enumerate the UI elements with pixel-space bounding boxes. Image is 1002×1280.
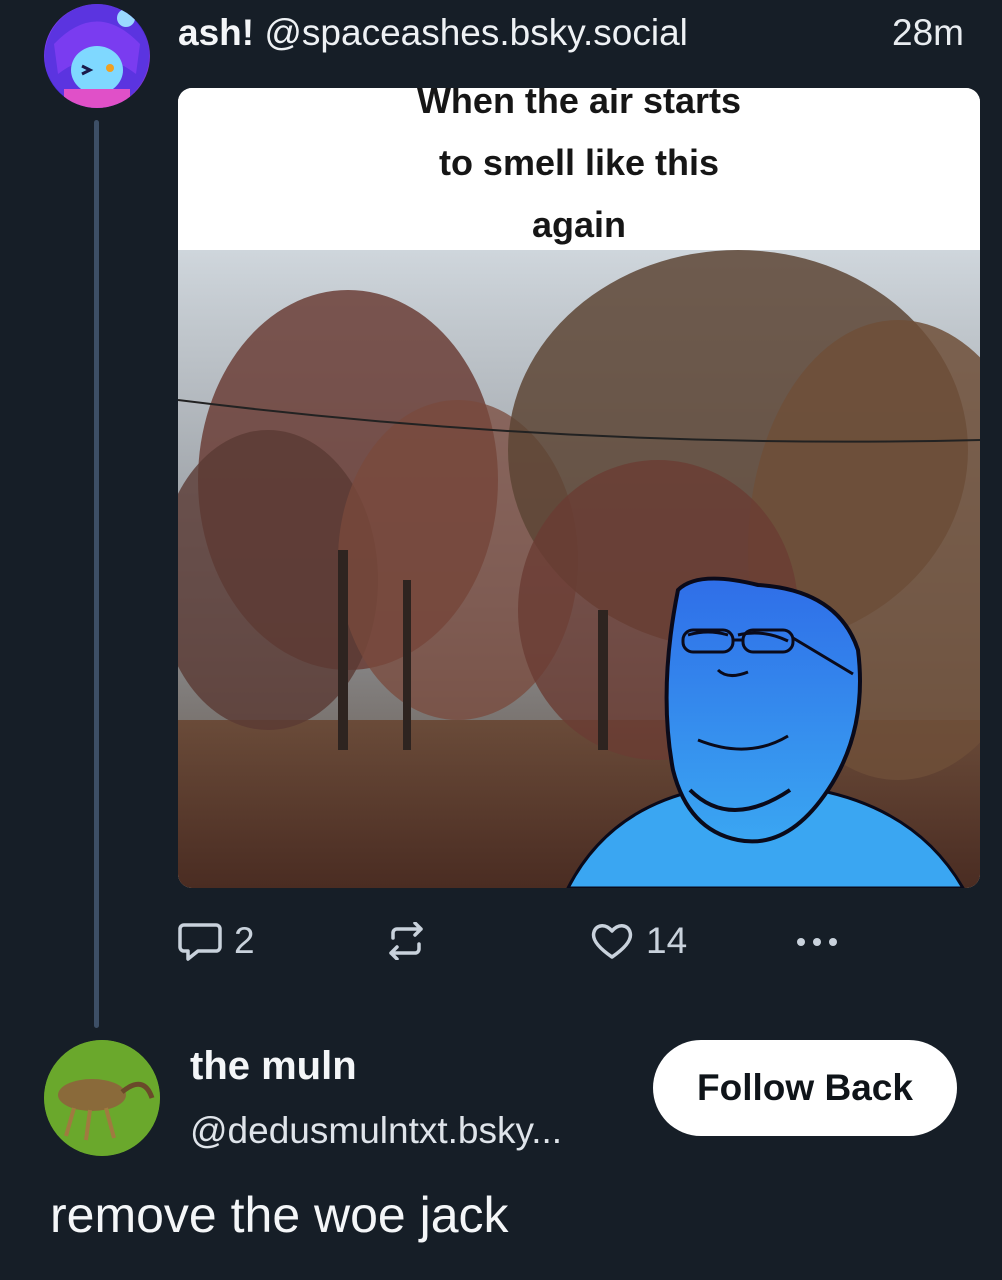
post-timestamp[interactable]: 28m — [892, 12, 964, 54]
author-name[interactable]: ash! — [178, 12, 254, 53]
like-button[interactable]: 14 — [590, 920, 687, 962]
heart-icon — [591, 924, 633, 959]
post-image[interactable]: When the air starts to smell like this a… — [178, 88, 980, 888]
thread-line — [94, 120, 99, 1028]
repost-arrows-icon — [389, 922, 423, 960]
like-count: 14 — [646, 920, 688, 961]
author-avatar[interactable] — [44, 4, 150, 108]
forest-photo-with-wojak — [178, 250, 980, 888]
meme-caption: When the air starts to smell like this a… — [178, 88, 980, 245]
ellipsis-icon — [797, 938, 837, 946]
reply-button[interactable]: 2 — [178, 920, 255, 962]
reply-author-name[interactable]: the muln — [190, 1044, 357, 1089]
follow-back-button[interactable]: Follow Back — [653, 1040, 957, 1136]
post-actions-bar: 2 14 — [0, 916, 1002, 972]
more-options-button[interactable] — [793, 916, 841, 964]
reply-author-handle[interactable]: @dedusmulntxt.bsky... — [190, 1110, 562, 1152]
author-handle[interactable]: @spaceashes.bsky.social — [264, 12, 688, 53]
speech-bubble-icon — [178, 923, 222, 961]
reply-count: 2 — [234, 920, 255, 961]
repost-button[interactable] — [385, 922, 427, 960]
reply-author-avatar[interactable] — [44, 1040, 160, 1156]
reply-text: remove the woe jack — [50, 1187, 509, 1243]
post-author-line: ash! @spaceashes.bsky.social — [178, 12, 688, 54]
